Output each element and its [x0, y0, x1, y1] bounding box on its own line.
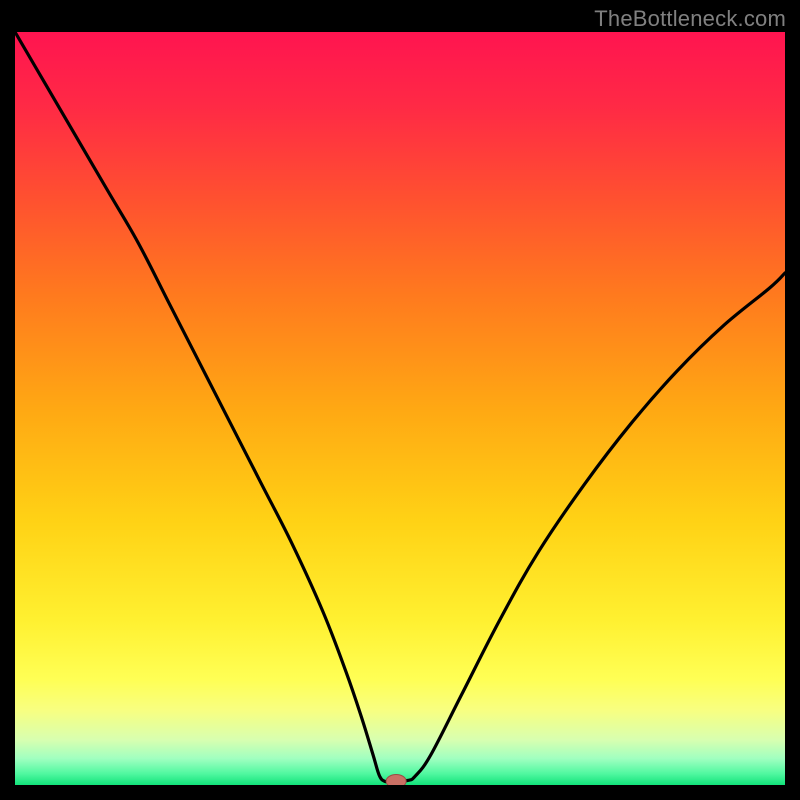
plot-area [15, 32, 785, 785]
bottleneck-chart [15, 32, 785, 785]
gradient-background [15, 32, 785, 785]
optimal-marker [386, 774, 406, 785]
watermark-label: TheBottleneck.com [594, 6, 786, 32]
chart-frame: TheBottleneck.com [0, 0, 800, 800]
